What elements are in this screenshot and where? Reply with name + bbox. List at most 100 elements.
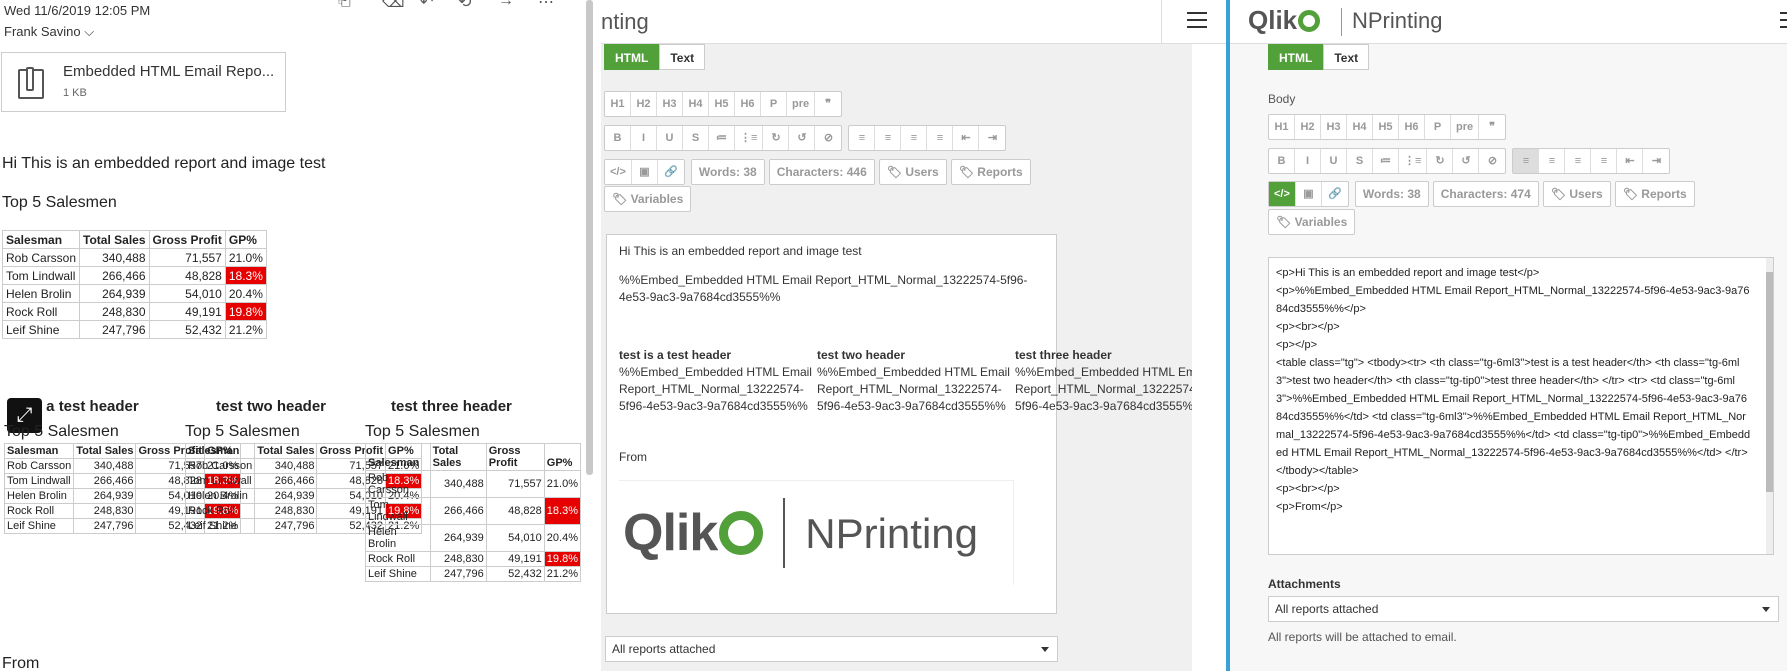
tab-text[interactable]: Text — [659, 44, 706, 70]
format-group: B I U S ≔ ⋮≡ ↻ ↺ ⊘ — [1268, 148, 1507, 174]
align-left-button[interactable]: ≡ — [849, 126, 876, 150]
salesman-cell: Leif Shine — [3, 518, 75, 534]
align-left-button[interactable]: ≡ — [1513, 149, 1540, 173]
bullet-list-button[interactable]: ≔ — [709, 126, 735, 150]
italic-button[interactable]: I — [1295, 149, 1321, 173]
bold-button[interactable]: B — [605, 126, 631, 150]
image-button[interactable]: ▣ — [632, 160, 658, 184]
users-button[interactable]: 🏷 Users — [1542, 181, 1611, 207]
preview-col-2: test two header %%Embed_Embedded HTML Ema… — [817, 347, 1015, 415]
col-header-2: test two header — [216, 398, 327, 415]
h6-button[interactable]: H6 — [735, 92, 761, 116]
undo-button[interactable]: ↺ — [1453, 149, 1480, 173]
h6-button[interactable]: H6 — [1399, 115, 1425, 139]
email-scrollbar[interactable] — [586, 0, 593, 475]
bold-button[interactable]: B — [1269, 149, 1295, 173]
source-scrollbar[interactable] — [1766, 272, 1773, 492]
indent-button[interactable]: ⇥ — [979, 126, 1005, 150]
reports-button[interactable]: 🏷 Reports — [1614, 181, 1695, 207]
email-sender[interactable]: Frank Savino ⌵ — [4, 24, 94, 40]
strikethrough-button[interactable]: S — [1347, 149, 1373, 173]
image-button[interactable]: ▣ — [1296, 182, 1322, 206]
users-button[interactable]: 🏷 Users — [878, 159, 947, 185]
menu-icon[interactable] — [1187, 12, 1207, 28]
attachments-select[interactable]: All reports attached — [1268, 596, 1779, 622]
numbered-list-button[interactable]: ⋮≡ — [735, 126, 764, 150]
mode-tabs: HTML Text — [604, 44, 706, 70]
reply-all-icon[interactable]: ⟲ — [458, 0, 471, 12]
chevron-down-icon[interactable]: ⌵ — [84, 24, 94, 39]
preview-col-body: %%Embed_Embedded HTML Email Report_HTML_… — [817, 365, 1010, 413]
sales-cell: 247,796 — [73, 518, 137, 534]
align-right-button[interactable]: ≡ — [901, 126, 928, 150]
outdent-button[interactable]: ⇤ — [953, 126, 980, 150]
indent-button[interactable]: ⇥ — [1643, 149, 1669, 173]
h2-button[interactable]: H2 — [1295, 115, 1321, 139]
sales-cell: 264,939 — [79, 284, 150, 303]
preview-col-head: test is a test header — [619, 348, 732, 362]
h4-button[interactable]: H4 — [1347, 115, 1373, 139]
quote-button[interactable]: ❞ — [1479, 115, 1505, 139]
sales-cell: 340,488 — [73, 458, 137, 474]
underline-button[interactable]: U — [657, 126, 683, 150]
pre-button[interactable]: pre — [1451, 115, 1480, 139]
bullet-list-button[interactable]: ≔ — [1373, 149, 1399, 173]
table-header-row: Salesman Total Sales Gross Profit GP% — [365, 443, 581, 471]
redo-button[interactable]: ↻ — [763, 126, 790, 150]
h2-button[interactable]: H2 — [631, 92, 657, 116]
code-line: <p><br></p> — [1276, 483, 1340, 495]
align-right-button[interactable]: ≡ — [1565, 149, 1592, 173]
html-preview[interactable]: Hi This is an embedded report and image … — [606, 234, 1208, 614]
code-view-button[interactable]: </> — [1269, 182, 1296, 206]
menu-icon[interactable] — [1780, 12, 1787, 28]
numbered-list-button[interactable]: ⋮≡ — [1399, 149, 1428, 173]
clear-format-button[interactable]: ⊘ — [815, 126, 841, 150]
sender-name: Frank Savino — [4, 24, 81, 39]
h4-button[interactable]: H4 — [683, 92, 709, 116]
paragraph-button[interactable]: P — [1425, 115, 1451, 139]
justify-button[interactable]: ≡ — [927, 126, 954, 150]
reports-button[interactable]: 🏷 Reports — [950, 159, 1031, 185]
reply-icon[interactable]: ⎗ — [338, 0, 351, 10]
preview-col-head: test three header — [1015, 348, 1112, 362]
more-icon[interactable]: ⋯ — [538, 0, 554, 12]
align-center-button[interactable]: ≡ — [875, 126, 902, 150]
strikethrough-button[interactable]: S — [683, 126, 709, 150]
variables-button[interactable]: 🏷 Variables — [604, 186, 692, 212]
outdent-button[interactable]: ⇤ — [1617, 149, 1644, 173]
code-view-button[interactable]: </> — [605, 160, 632, 184]
table-row: Helen Brolin 264,939 54,010 20.4% — [365, 524, 581, 552]
tab-html[interactable]: HTML — [1268, 44, 1324, 70]
h1-button[interactable]: H1 — [605, 92, 631, 116]
clear-format-button[interactable]: ⊘ — [1479, 149, 1505, 173]
h5-button[interactable]: H5 — [709, 92, 735, 116]
attachments-select[interactable]: All reports attached — [605, 636, 1058, 662]
link-button[interactable]: 🔗 — [1322, 182, 1348, 206]
variables-button[interactable]: 🏷 Variables — [1268, 209, 1356, 235]
undo-button[interactable]: ↺ — [789, 126, 816, 150]
salesman-cell: Rock Roll — [365, 551, 431, 567]
justify-button[interactable]: ≡ — [1591, 149, 1618, 173]
h5-button[interactable]: H5 — [1373, 115, 1399, 139]
tab-text[interactable]: Text — [1323, 44, 1370, 70]
italic-button[interactable]: I — [631, 126, 657, 150]
h3-button[interactable]: H3 — [657, 92, 683, 116]
align-center-button[interactable]: ≡ — [1539, 149, 1566, 173]
attachment-card[interactable]: Embedded HTML Email Repo... 1 KB — [1, 52, 286, 112]
html-source-editor[interactable]: <p>Hi This is an embedded report and ima… — [1268, 257, 1774, 555]
pre-button[interactable]: pre — [787, 92, 816, 116]
link-button[interactable]: 🔗 — [658, 160, 684, 184]
redo-button[interactable]: ↻ — [1427, 149, 1454, 173]
undo-icon[interactable]: ↶ — [420, 0, 433, 12]
underline-button[interactable]: U — [1321, 149, 1347, 173]
email-scrollbar-track — [581, 0, 601, 671]
mini-table-3: Salesman Total Sales Gross Profit GP% Rob Ca… — [365, 443, 581, 582]
paragraph-button[interactable]: P — [761, 92, 787, 116]
quote-button[interactable]: ❞ — [815, 92, 841, 116]
heading-group: H1 H2 H3 H4 H5 H6 Ppre ❞ — [1268, 114, 1507, 140]
h1-button[interactable]: H1 — [1269, 115, 1295, 139]
delete-icon[interactable]: ⌫ — [382, 0, 405, 12]
forward-icon[interactable]: → — [498, 0, 514, 10]
h3-button[interactable]: H3 — [1321, 115, 1347, 139]
tab-html[interactable]: HTML — [604, 44, 660, 70]
